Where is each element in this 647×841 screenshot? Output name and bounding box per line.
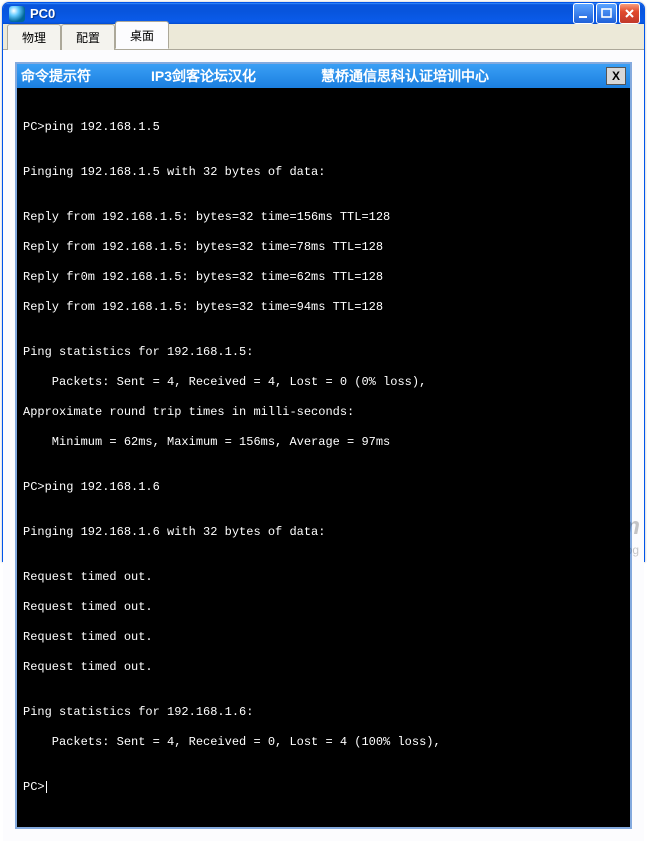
terminal-line: Approximate round trip times in milli-se… [23,405,624,420]
terminal-line: Request timed out. [23,600,624,615]
tab-desktop[interactable]: 桌面 [115,21,169,49]
terminal-line: Reply from 192.168.1.5: bytes=32 time=15… [23,210,624,225]
terminal[interactable]: PC>ping 192.168.1.5 Pinging 192.168.1.5 … [17,88,630,827]
minimize-button[interactable] [573,3,594,24]
terminal-line: Pinging 192.168.1.6 with 32 bytes of dat… [23,525,624,540]
console-title-seg1: 命令提示符 [21,66,151,86]
terminal-line: Reply from 192.168.1.5: bytes=32 time=78… [23,240,624,255]
close-button[interactable] [619,3,640,24]
window-buttons [573,3,640,24]
terminal-line: Request timed out. [23,570,624,585]
client-area: 命令提示符 IP3剑客论坛汉化 慧桥通信思科认证培训中心 X PC>ping 1… [3,50,644,841]
window-title: PC0 [30,6,573,21]
maximize-icon [600,7,613,20]
tab-config[interactable]: 配置 [61,24,115,50]
minimize-icon [577,7,590,20]
console-frame: 命令提示符 IP3剑客论坛汉化 慧桥通信思科认证培训中心 X PC>ping 1… [15,62,632,829]
app-window: PC0 物理 配置 桌面 命令提示符 IP3剑客论坛汉化 慧桥通信思科认证培训中… [2,2,645,562]
console-close-button[interactable]: X [606,67,626,85]
terminal-line: Reply from 192.168.1.5: bytes=32 time=94… [23,300,624,315]
terminal-line: Request timed out. [23,630,624,645]
terminal-line: Ping statistics for 192.168.1.5: [23,345,624,360]
terminal-line: Ping statistics for 192.168.1.6: [23,705,624,720]
terminal-line: Packets: Sent = 4, Received = 4, Lost = … [23,375,624,390]
terminal-line: Pinging 192.168.1.5 with 32 bytes of dat… [23,165,624,180]
terminal-line: Minimum = 62ms, Maximum = 156ms, Average… [23,435,624,450]
terminal-line: PC>ping 192.168.1.5 [23,120,624,135]
titlebar[interactable]: PC0 [3,3,644,24]
app-icon [9,6,25,22]
terminal-prompt-text: PC> [23,780,45,794]
terminal-line: Packets: Sent = 4, Received = 0, Lost = … [23,735,624,750]
terminal-line: Reply fr0m 192.168.1.5: bytes=32 time=62… [23,270,624,285]
maximize-button[interactable] [596,3,617,24]
console-titlebar[interactable]: 命令提示符 IP3剑客论坛汉化 慧桥通信思科认证培训中心 X [17,64,630,88]
terminal-line: Request timed out. [23,660,624,675]
console-title-seg3: 慧桥通信思科认证培训中心 [321,66,606,86]
console-title-seg2: IP3剑客论坛汉化 [151,66,321,86]
close-icon [623,7,636,20]
terminal-prompt: PC> [23,780,624,795]
terminal-line: PC>ping 192.168.1.6 [23,480,624,495]
tabbar: 物理 配置 桌面 [3,24,644,50]
tab-physical[interactable]: 物理 [7,24,61,50]
cursor-icon [46,781,47,793]
